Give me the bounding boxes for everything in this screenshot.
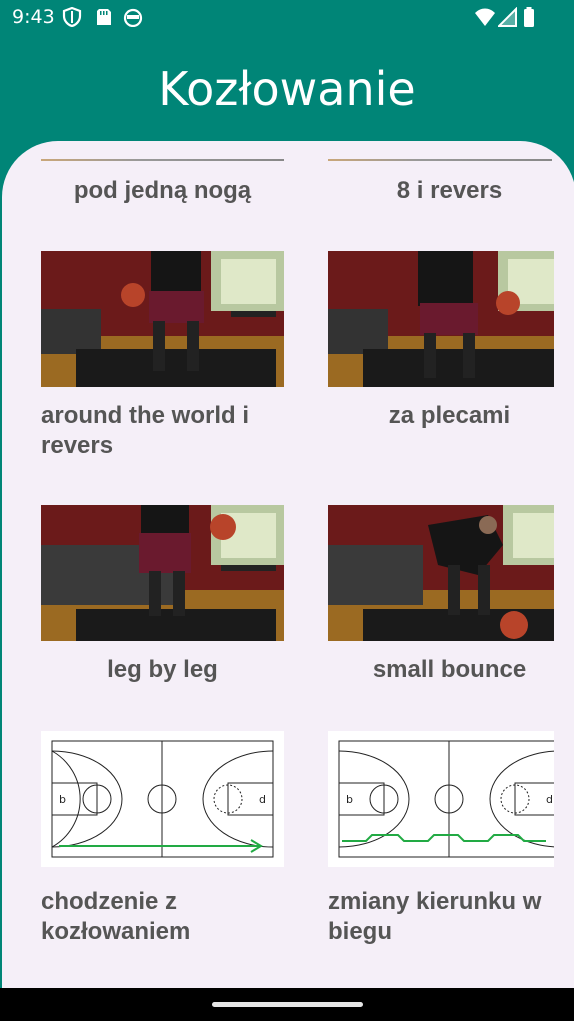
exercise-card-8-i-revers[interactable]: 8 i revers <box>328 141 552 211</box>
page-title: Kozłowanie <box>158 62 416 116</box>
shield-icon <box>62 7 82 27</box>
status-time: 9:43 <box>12 6 55 28</box>
wifi-icon <box>475 8 495 26</box>
svg-text:d: d <box>259 793 266 806</box>
exercise-label: za plecami <box>388 402 511 429</box>
exercise-thumbnail-photo <box>328 505 554 641</box>
svg-text:d: d <box>546 793 553 806</box>
android-face-icon <box>123 8 143 27</box>
exercise-thumbnail-photo <box>328 251 554 387</box>
signal-icon <box>498 7 517 27</box>
exercise-card-small-bounce[interactable]: small bounce <box>328 505 571 725</box>
exercise-thumbnail-court-diagram: b d <box>41 731 284 867</box>
exercise-label: zmiany kierunku w biegu <box>328 888 542 945</box>
exercise-card-zmiany-kierunku[interactable]: b d zmiany kierunku w biegu <box>328 731 571 961</box>
exercise-thumbnail-photo <box>41 251 284 387</box>
exercise-card-around-the-world[interactable]: around the world i revers <box>41 251 284 471</box>
exercise-label: leg by leg <box>107 656 218 683</box>
exercise-card-za-plecami[interactable]: za plecami <box>328 251 571 471</box>
svg-text:b: b <box>59 793 66 806</box>
sd-card-icon <box>97 9 111 25</box>
exercise-label: small bounce <box>372 656 527 683</box>
home-gesture-handle[interactable] <box>212 1002 363 1007</box>
svg-text:b: b <box>346 793 353 806</box>
navigation-bar <box>0 988 574 1021</box>
exercise-thumbnail-court-diagram: b d <box>328 731 554 867</box>
exercise-thumbnail-photo <box>41 505 284 641</box>
exercise-card-pod-jedna-noga[interactable]: pod jedną nogą <box>41 141 284 211</box>
exercise-card-chodzenie-z-kozlowaniem[interactable]: b d chodzenie z kozłowaniem <box>41 731 284 961</box>
status-bar: 9:43 <box>0 0 574 34</box>
battery-icon <box>524 7 534 27</box>
exercise-card-leg-by-leg[interactable]: leg by leg <box>41 505 284 725</box>
exercise-label: chodzenie z kozłowaniem <box>41 888 191 945</box>
exercise-label: 8 i revers <box>396 177 503 204</box>
exercise-label: around the world i revers <box>41 402 249 459</box>
exercise-grid: pod jedną nogą 8 i revers around the wor… <box>2 141 574 991</box>
exercise-label: pod jedną nogą <box>73 177 252 204</box>
